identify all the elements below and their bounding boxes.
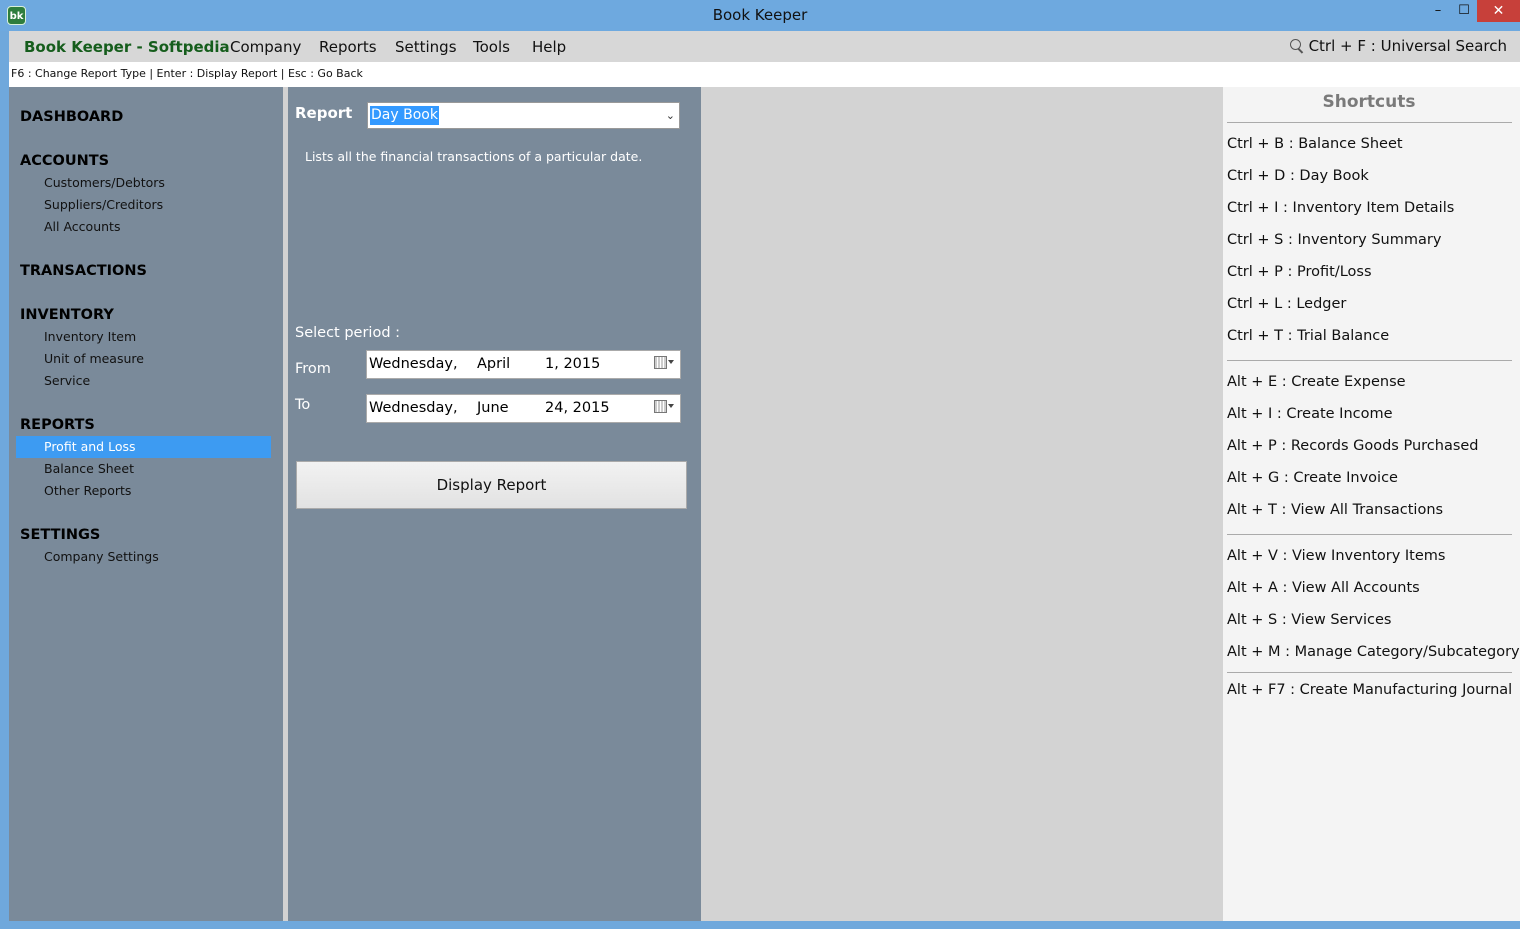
to-label: To: [295, 397, 311, 413]
from-day: Wednesday,: [369, 356, 458, 372]
shortcut-item: Alt + S : View Services: [1227, 612, 1392, 628]
shortcuts-divider: [1227, 534, 1512, 535]
sidebar-item-service[interactable]: Service: [16, 370, 271, 392]
menu-settings[interactable]: Settings: [395, 38, 457, 56]
from-date: 1, 2015: [545, 356, 601, 372]
menu-help[interactable]: Help: [532, 38, 566, 56]
sidebar-item-suppliers[interactable]: Suppliers/Creditors: [16, 194, 271, 216]
report-description: Lists all the financial transactions of …: [305, 149, 643, 164]
select-period-label: Select period :: [295, 325, 401, 341]
shortcut-item: Alt + M : Manage Category/Subcategory: [1227, 644, 1520, 660]
menu-reports[interactable]: Reports: [319, 38, 377, 56]
universal-search-hint[interactable]: Ctrl + F : Universal Search: [1289, 37, 1507, 55]
keyboard-hint-bar: F6 : Change Report Type | Enter : Displa…: [9, 62, 1520, 87]
sidebar-item-balance-sheet[interactable]: Balance Sheet: [16, 458, 271, 480]
shortcut-item: Ctrl + B : Balance Sheet: [1227, 136, 1403, 152]
shortcut-item: Alt + A : View All Accounts: [1227, 580, 1420, 596]
report-type-select[interactable]: Day Book ⌄: [367, 102, 680, 129]
sidebar-dashboard[interactable]: DASHBOARD: [20, 109, 123, 125]
to-day: Wednesday,: [369, 400, 458, 416]
sidebar-accounts[interactable]: ACCOUNTS: [20, 153, 109, 169]
shortcut-item: Ctrl + S : Inventory Summary: [1227, 232, 1442, 248]
menu-bar: Book Keeper - Softpedia Company Reports …: [9, 31, 1520, 62]
from-date-picker[interactable]: Wednesday, April 1, 2015: [366, 350, 681, 379]
shortcuts-panel: Shortcuts Ctrl + B : Balance Sheet Ctrl …: [1223, 87, 1520, 921]
sidebar-item-company-settings[interactable]: Company Settings: [16, 546, 271, 568]
shortcuts-divider: [1227, 360, 1512, 361]
shortcut-item: Ctrl + I : Inventory Item Details: [1227, 200, 1455, 216]
shortcut-item: Alt + E : Create Expense: [1227, 374, 1406, 390]
sidebar-inventory[interactable]: INVENTORY: [20, 307, 114, 323]
sidebar-item-all-accounts[interactable]: All Accounts: [16, 216, 271, 238]
from-month: April: [477, 356, 511, 372]
report-panel: Report Day Book ⌄ Lists all the financia…: [288, 87, 701, 921]
shortcut-item: Ctrl + P : Profit/Loss: [1227, 264, 1372, 280]
shortcut-item: Alt + P : Records Goods Purchased: [1227, 438, 1479, 454]
report-workspace: [701, 87, 1223, 921]
sidebar-reports[interactable]: REPORTS: [20, 417, 95, 433]
sidebar-item-unit-of-measure[interactable]: Unit of measure: [16, 348, 271, 370]
search-icon: [1289, 38, 1305, 54]
shortcut-item: Ctrl + D : Day Book: [1227, 168, 1369, 184]
sidebar-settings[interactable]: SETTINGS: [20, 527, 100, 543]
window-title: Book Keeper: [712, 6, 808, 24]
shortcuts-divider: [1227, 672, 1512, 673]
to-date-picker[interactable]: Wednesday, June 24, 2015: [366, 394, 681, 423]
shortcut-item: Alt + V : View Inventory Items: [1227, 548, 1446, 564]
search-hint-label: Ctrl + F : Universal Search: [1308, 37, 1507, 55]
display-report-button[interactable]: Display Report: [296, 461, 687, 509]
shortcuts-title: Shortcuts: [1322, 92, 1416, 112]
chevron-down-icon: ⌄: [665, 109, 675, 122]
minimize-button[interactable]: –: [1425, 0, 1451, 22]
sidebar-item-customers[interactable]: Customers/Debtors: [16, 172, 271, 194]
calendar-icon[interactable]: [654, 400, 674, 413]
maximize-button[interactable]: ☐: [1451, 0, 1477, 22]
menu-company[interactable]: Company: [230, 38, 301, 56]
shortcut-item: Alt + G : Create Invoice: [1227, 470, 1398, 486]
sidebar-transactions[interactable]: TRANSACTIONS: [20, 263, 147, 279]
menu-tools[interactable]: Tools: [473, 38, 510, 56]
window-bottom-border: [0, 921, 1520, 929]
shortcut-item: Alt + F7 : Create Manufacturing Journal: [1227, 682, 1513, 698]
to-date: 24, 2015: [545, 400, 610, 416]
report-type-value: Day Book: [370, 106, 439, 125]
brand-title: Book Keeper - Softpedia: [24, 38, 230, 56]
calendar-icon[interactable]: [654, 356, 674, 369]
shortcuts-divider: [1227, 122, 1512, 123]
to-month: June: [477, 400, 509, 416]
shortcut-item: Ctrl + T : Trial Balance: [1227, 328, 1390, 344]
report-label: Report: [295, 104, 353, 122]
shortcut-item: Alt + T : View All Transactions: [1227, 502, 1444, 518]
sidebar-item-other-reports[interactable]: Other Reports: [16, 480, 271, 502]
close-button[interactable]: ✕: [1477, 0, 1520, 22]
sidebar: DASHBOARD ACCOUNTS Customers/Debtors Sup…: [9, 87, 283, 921]
sidebar-item-profit-and-loss[interactable]: Profit and Loss: [16, 436, 271, 458]
title-bar: bk Book Keeper – ☐ ✕: [0, 0, 1520, 31]
shortcut-item: Ctrl + L : Ledger: [1227, 296, 1347, 312]
shortcut-item: Alt + I : Create Income: [1227, 406, 1393, 422]
from-label: From: [295, 361, 331, 377]
sidebar-item-inventory-item[interactable]: Inventory Item: [16, 326, 271, 348]
